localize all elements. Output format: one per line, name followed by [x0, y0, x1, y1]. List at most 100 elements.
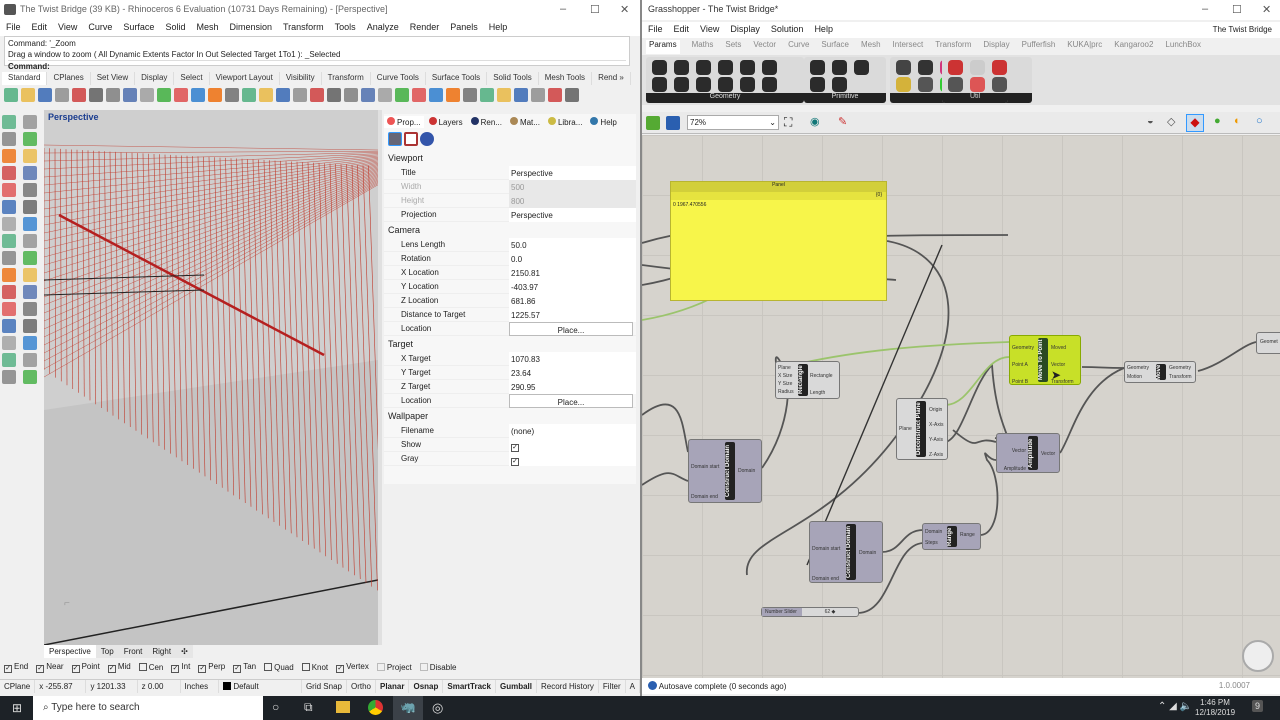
minimize-button[interactable]: –	[560, 3, 566, 15]
tool-button-icon[interactable]	[23, 200, 37, 214]
status-toggle[interactable]: A	[626, 680, 640, 693]
tool-button-icon[interactable]	[23, 302, 37, 316]
toolbar-button-icon[interactable]	[497, 88, 511, 102]
checkbox[interactable]: ✓	[107, 665, 116, 673]
toolbar-tab[interactable]: CPlanes	[47, 72, 91, 85]
osnap-cen[interactable]: Cen	[138, 663, 163, 672]
checkbox[interactable]: ✓	[336, 665, 345, 673]
menu-item-help[interactable]: Help	[489, 22, 508, 34]
cplane-indicator[interactable]: CPlane	[0, 680, 36, 693]
panel-tab[interactable]: Libra...	[545, 116, 585, 128]
tool-button-icon[interactable]	[23, 336, 37, 350]
display-options-icon[interactable]: ○	[1256, 115, 1263, 127]
offscreen-component[interactable]: Geomet	[1256, 332, 1280, 354]
perspective-viewport[interactable]: Perspective ⌐	[44, 110, 378, 645]
toolbar-button-icon[interactable]	[38, 88, 52, 102]
checkbox[interactable]	[301, 663, 310, 671]
gh-tab[interactable]: Maths	[692, 40, 714, 54]
component-icon[interactable]	[762, 60, 777, 75]
checkbox[interactable]: ✓	[71, 665, 80, 673]
viewport-title-dropdown[interactable]: Perspective	[48, 112, 99, 122]
property-value[interactable]: 681.86	[509, 293, 636, 308]
property-value[interactable]: 2150.81	[509, 265, 636, 280]
component-icon[interactable]	[740, 77, 755, 92]
tool-button-icon[interactable]	[23, 370, 37, 384]
component-icon[interactable]	[896, 60, 911, 75]
osnap-disable[interactable]: Disable	[419, 663, 456, 672]
deconstruct-plane-component[interactable]: Deconstruct Plane Plane Origin X-Axis Y-Ax…	[896, 398, 948, 460]
tool-button-icon[interactable]	[2, 132, 16, 146]
property-value[interactable]: 1070.83	[509, 351, 636, 366]
current-layer[interactable]: Default	[219, 680, 302, 693]
gh-tab[interactable]: Params	[646, 40, 680, 54]
property-value[interactable]: 1225.57	[509, 307, 636, 322]
checkbox[interactable]: ✓	[171, 665, 180, 673]
component-icon[interactable]	[674, 60, 689, 75]
gh-tab[interactable]: Intersect	[893, 40, 924, 54]
checkbox[interactable]: ✓	[233, 665, 242, 673]
toolbar-tab[interactable]: Surface Tools	[426, 72, 488, 85]
tool-button-icon[interactable]	[23, 132, 37, 146]
property-value[interactable]: -403.97	[509, 279, 636, 294]
toolbar-button-icon[interactable]	[565, 88, 579, 102]
amplitude-component[interactable]: Amplitude Vector Amplitude Vector	[996, 433, 1060, 473]
shaded-preview-icon[interactable]: ◆	[1186, 114, 1204, 132]
component-icon[interactable]	[674, 77, 689, 92]
toolbar-tab[interactable]: Solid Tools	[487, 72, 539, 85]
gh-close-button[interactable]: ✕	[1262, 3, 1271, 16]
tool-button-icon[interactable]	[2, 370, 16, 384]
toolbar-button-icon[interactable]	[225, 88, 239, 102]
toolbar-button-icon[interactable]	[242, 88, 256, 102]
property-value[interactable]: Perspective	[509, 207, 636, 222]
component-icon[interactable]	[992, 60, 1007, 75]
component-icon[interactable]	[696, 60, 711, 75]
gh-tab[interactable]: Vector	[753, 40, 776, 54]
maximize-button[interactable]: ☐	[590, 3, 600, 16]
toolbar-button-icon[interactable]	[531, 88, 545, 102]
tool-button-icon[interactable]	[2, 353, 16, 367]
toolbar-button-icon[interactable]	[344, 88, 358, 102]
panel-tab[interactable]: Ren...	[468, 116, 505, 128]
status-toggle[interactable]: SmartTrack	[443, 680, 496, 693]
tool-button-icon[interactable]	[23, 183, 37, 197]
component-icon[interactable]	[718, 60, 733, 75]
command-prompt-input[interactable]: Command:	[8, 60, 626, 72]
cortana-icon[interactable]: ○	[272, 700, 279, 714]
gh-menu-item-help[interactable]: Help	[814, 24, 833, 36]
tool-button-icon[interactable]	[23, 217, 37, 231]
gh-tab[interactable]: Surface	[821, 40, 849, 54]
component-icon[interactable]	[854, 60, 869, 75]
place-button[interactable]: Place...	[509, 321, 633, 336]
checkbox[interactable]: ✓	[4, 665, 12, 673]
tool-button-icon[interactable]	[23, 149, 37, 163]
component-icon[interactable]	[896, 77, 911, 92]
windows-start-icon[interactable]: ⊞	[12, 701, 22, 715]
checkbox[interactable]	[138, 663, 147, 671]
osnap-int[interactable]: ✓ Int	[171, 662, 190, 673]
rhino-taskbar-icon[interactable]: 🦏	[393, 696, 423, 720]
tool-button-icon[interactable]	[2, 217, 16, 231]
toolbar-tab[interactable]: Standard	[2, 72, 48, 85]
component-icon[interactable]	[832, 77, 847, 92]
checkbox[interactable]: ✓	[511, 457, 519, 466]
toolbar-button-icon[interactable]	[140, 88, 154, 102]
toolbar-button-icon[interactable]	[174, 88, 188, 102]
gh-menu-item-view[interactable]: View	[700, 24, 719, 36]
toolbar-button-icon[interactable]	[259, 88, 273, 102]
tool-button-icon[interactable]	[23, 166, 37, 180]
zoom-extents-icon[interactable]: ⛶	[784, 115, 792, 130]
clock[interactable]: 1:46 PM 12/18/2019	[1195, 698, 1235, 718]
move-component[interactable]: Move Geometry Motion Geometry Transform	[1124, 361, 1196, 383]
checkbox[interactable]: ✓	[36, 665, 45, 673]
component-icon[interactable]	[832, 60, 847, 75]
tool-button-icon[interactable]	[23, 285, 37, 299]
units[interactable]: Inches	[181, 680, 220, 693]
toolbar-button-icon[interactable]	[548, 88, 562, 102]
rectangle-component[interactable]: Rectangle Plane X Size Y Size Radius Rectan…	[775, 361, 840, 399]
checkbox[interactable]	[264, 663, 273, 671]
tool-button-icon[interactable]	[2, 166, 16, 180]
property-value[interactable]: 0.0	[509, 251, 636, 266]
checkbox[interactable]	[376, 663, 385, 671]
osnap-tan[interactable]: ✓ Tan	[233, 662, 256, 673]
menu-item-mesh[interactable]: Mesh	[196, 22, 218, 34]
